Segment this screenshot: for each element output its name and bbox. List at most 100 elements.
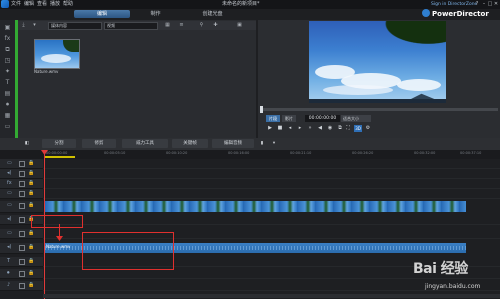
lock-icon[interactable]: 🔒 — [28, 244, 34, 250]
undock-icon[interactable]: ⧉ — [336, 125, 344, 132]
track-enable-checkbox[interactable] — [19, 283, 25, 289]
lock-icon[interactable]: 🔒 — [28, 258, 34, 264]
stop-icon[interactable]: ■ — [276, 125, 284, 132]
voice-icon[interactable]: ⏺ — [3, 101, 12, 109]
fullscreen-icon[interactable]: ⛶ — [344, 125, 352, 132]
track-row[interactable] — [43, 169, 500, 179]
track-enable-checkbox[interactable] — [19, 171, 25, 177]
lock-icon[interactable]: 🔒 — [28, 160, 34, 166]
track-manager-icon[interactable]: ◧ — [22, 139, 32, 148]
view-icon[interactable]: ▦ — [164, 22, 171, 28]
keyframe-button[interactable]: 关键帧 — [172, 139, 208, 148]
room-toolbar: ▣ fx ⧉ ◳ ✦ T ▤ ⏺ ▦ ▭ — [0, 20, 15, 138]
chapter-icon[interactable]: ▦ — [3, 112, 12, 120]
track-enable-checkbox[interactable] — [19, 271, 25, 277]
delete-clip-icon[interactable]: ▮ — [258, 139, 266, 148]
track-enable-checkbox[interactable] — [19, 191, 25, 197]
particle-icon[interactable]: ✦ — [3, 68, 12, 76]
snapshot-icon[interactable]: ◉ — [326, 125, 334, 132]
track-enable-checkbox[interactable] — [19, 231, 25, 237]
video-clip[interactable] — [45, 201, 466, 212]
lock-icon[interactable]: 🔒 — [28, 180, 34, 186]
settings-icon[interactable]: ⚙ — [364, 125, 372, 132]
track-enable-checkbox[interactable] — [19, 181, 25, 187]
timeline-scrollbar[interactable] — [43, 294, 500, 298]
preview-scrubber[interactable] — [260, 108, 498, 111]
track-enable-checkbox[interactable] — [19, 161, 25, 167]
split-button[interactable]: 分割 — [42, 139, 76, 148]
volume-icon[interactable]: ◀ — [316, 125, 324, 132]
track-row[interactable] — [43, 159, 500, 169]
menu-help[interactable]: 帮助 — [63, 0, 73, 9]
lock-icon[interactable]: 🔒 — [28, 230, 34, 236]
3d-mode-icon[interactable]: 3D — [354, 125, 362, 132]
thumbnail-tree — [63, 40, 79, 52]
annotation-box — [31, 215, 83, 228]
movie-mode-button[interactable]: 影片 — [282, 115, 296, 122]
lock-icon[interactable]: 🔒 — [28, 202, 34, 208]
ruler-label: 00:00:10:20 — [166, 151, 188, 155]
plugin-icon[interactable]: ✚ — [212, 22, 219, 28]
subtitle-icon[interactable]: ▭ — [3, 123, 12, 131]
ruler-label: 00:00:21:10 — [290, 151, 312, 155]
more-icon[interactable]: ▾ — [270, 139, 278, 148]
pip-icon[interactable]: ◳ — [3, 57, 12, 65]
ruler-label: 00:00:26:20 — [352, 151, 374, 155]
fast-forward-icon[interactable]: » — [306, 125, 314, 132]
mixing-icon[interactable]: ▤ — [3, 90, 12, 98]
scrubber-handle[interactable] — [260, 106, 263, 113]
track-row[interactable] — [43, 189, 500, 199]
fx-track-icon: fx — [7, 180, 12, 186]
edit-audio-button[interactable]: 编辑音频 — [212, 139, 254, 148]
track-header: T 🔒 — [0, 257, 43, 267]
import-icon[interactable]: ⤓ — [20, 22, 27, 28]
sort-icon[interactable]: ≡ — [178, 22, 185, 28]
menu-file[interactable]: 文件 — [11, 0, 21, 9]
lock-icon[interactable]: 🔒 — [28, 270, 34, 276]
video-track-icon: ▭ — [7, 202, 12, 208]
help-icon[interactable]: ? — [474, 1, 480, 7]
track-header: ◂) 🔒 — [0, 243, 43, 254]
preview-tree — [379, 21, 446, 47]
menu-view[interactable]: 查看 — [37, 0, 47, 9]
clip-mode-button[interactable]: 片段 — [266, 115, 280, 122]
media-room-icon[interactable]: ▣ — [3, 24, 12, 32]
transition-icon[interactable]: ⧉ — [3, 46, 12, 54]
menu-edit[interactable]: 编辑 — [24, 0, 34, 9]
tab-create-disc[interactable]: 创建光盘 — [190, 10, 235, 18]
lock-icon[interactable]: 🔒 — [28, 282, 34, 288]
search-icon[interactable]: ⚲ — [198, 22, 205, 28]
track-enable-checkbox[interactable] — [19, 245, 25, 251]
tab-produce[interactable]: 制作 — [138, 10, 173, 18]
title-icon[interactable]: T — [3, 79, 12, 87]
fx-icon[interactable]: fx — [3, 35, 12, 43]
zoom-select[interactable]: 适合大小 — [341, 115, 371, 122]
play-icon[interactable]: ▶ — [266, 125, 274, 132]
track-row[interactable] — [43, 179, 500, 189]
media-thumbnail[interactable] — [34, 39, 80, 69]
timecode-display[interactable]: 00:00:00:00 — [305, 115, 340, 122]
delete-icon[interactable]: ▣ — [236, 22, 243, 28]
tab-edit[interactable]: 编辑 — [74, 10, 130, 18]
track-enable-checkbox[interactable] — [19, 203, 25, 209]
folder-icon[interactable]: ▾ — [31, 22, 38, 28]
close-button[interactable]: ✕ — [493, 1, 499, 7]
preview-screen — [309, 21, 446, 103]
next-frame-icon[interactable]: ▸ — [296, 125, 304, 132]
brand-name: PowerDirector — [432, 10, 489, 18]
track-enable-checkbox[interactable] — [19, 259, 25, 265]
menu-play[interactable]: 播放 — [50, 0, 60, 9]
track-enable-checkbox[interactable] — [19, 217, 25, 223]
track-header: ▭ 🔒 — [0, 229, 43, 239]
trim-button[interactable]: 修剪 — [82, 139, 116, 148]
lock-icon[interactable]: 🔒 — [28, 170, 34, 176]
library-filter-select[interactable]: 媒体内容 — [48, 22, 102, 30]
previous-frame-icon[interactable]: ◂ — [286, 125, 294, 132]
track-row[interactable] — [43, 215, 500, 225]
library-type-select[interactable]: 视频 — [104, 22, 158, 30]
track-header: ⏺ 🔒 — [0, 269, 43, 279]
render-range-marker — [45, 156, 75, 158]
watermark-url: jingyan.baidu.com — [425, 283, 481, 290]
power-tools-button[interactable]: 威力工具 — [122, 139, 168, 148]
lock-icon[interactable]: 🔒 — [28, 190, 34, 196]
